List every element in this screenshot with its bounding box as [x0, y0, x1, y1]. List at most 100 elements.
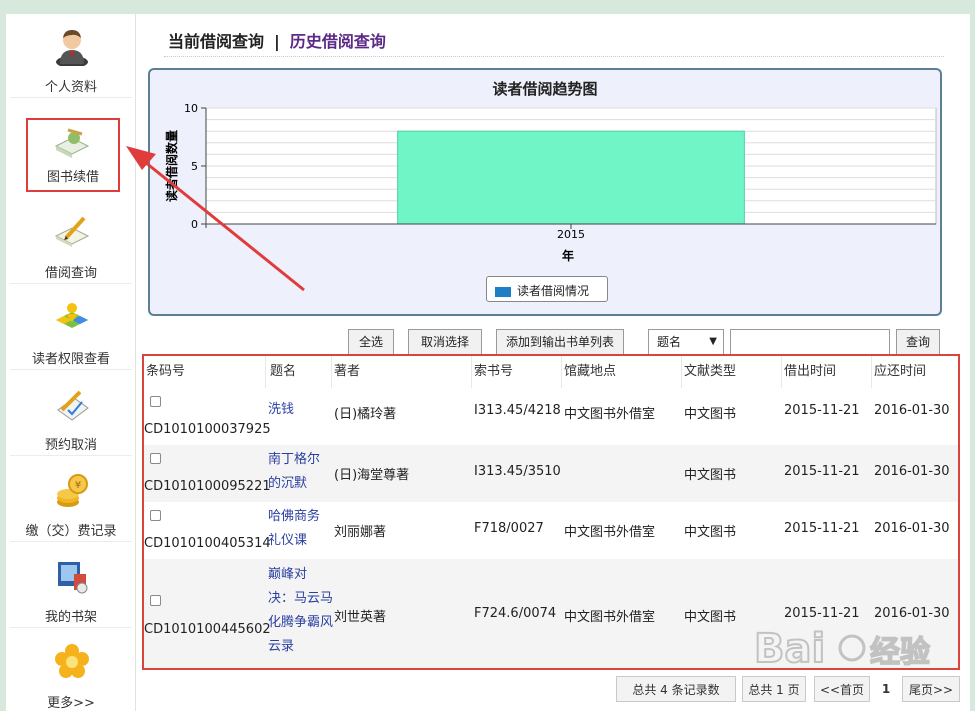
- title-line: 礼仪课: [268, 533, 308, 548]
- cell-barcode: CD1010100037925: [144, 422, 271, 437]
- select-all-button[interactable]: 全选: [348, 329, 394, 355]
- user-avatar-icon: [56, 30, 88, 66]
- chart-panel: 0 5 10 2015 读者借阅数量 年 读者借阅趋势图 读者借阅情况: [148, 68, 942, 316]
- chart-x-axis-label: 年: [562, 248, 574, 263]
- app-window: 个人资料 图书续借 借阅查询 读者权限查看 预约取消 ¥ 缴（交）费记录 我的书…: [6, 14, 970, 711]
- col-header-callno[interactable]: 索书号: [472, 356, 562, 388]
- cell-barcode: CD1010100445602: [144, 622, 271, 637]
- sidebar-item-label: 我的书架: [44, 610, 97, 625]
- cell-barcode: CD1010100095221: [144, 479, 271, 494]
- cell-title-link[interactable]: 南丁格尔 的沉默: [268, 448, 320, 496]
- cell-type: 中文图书: [684, 525, 737, 540]
- chart-bar: [397, 130, 745, 225]
- cell-location: 中文图书外借室: [564, 407, 656, 422]
- book-renew-icon: [54, 128, 90, 158]
- row-checkbox[interactable]: [150, 396, 161, 407]
- cell-out-date: 2015-11-21: [784, 464, 860, 479]
- title-line: 洗钱: [268, 402, 295, 417]
- cell-author: (日)橘玲著: [334, 407, 397, 422]
- pager-first-button[interactable]: <<首页: [814, 676, 870, 702]
- tab-divider: [164, 56, 944, 57]
- reader-permission-icon: [56, 303, 88, 328]
- tab-history-borrow[interactable]: 历史借阅查询: [290, 32, 386, 51]
- query-tabs: 当前借阅查询 | 历史借阅查询: [168, 28, 386, 52]
- cell-title-link[interactable]: 洗钱: [268, 398, 294, 422]
- search-field-value: 题名: [657, 335, 682, 349]
- tab-separator: |: [274, 32, 280, 51]
- title-line: 的沉默: [268, 476, 308, 491]
- chart-x-tick-label: 2015: [557, 228, 585, 241]
- table-row: CD1010100037925 洗钱 (日)橘玲著 I313.45/4218 中…: [144, 388, 958, 445]
- cell-barcode: CD1010100405314: [144, 536, 271, 551]
- col-header-type[interactable]: 文献类型: [682, 356, 782, 388]
- title-line: 化腾争霸风: [268, 615, 334, 630]
- title-line: 巅峰对: [268, 567, 308, 582]
- sidebar-item-label: 图书续借: [46, 170, 99, 185]
- search-input[interactable]: [730, 329, 890, 355]
- flower-icon: [55, 644, 89, 678]
- cell-title-link[interactable]: 哈佛商务 礼仪课: [268, 505, 320, 553]
- pager-last-button[interactable]: 尾页>>: [902, 676, 960, 702]
- cell-author: (日)海堂尊著: [334, 468, 410, 483]
- sidebar-item-label: 更多>>: [47, 696, 95, 711]
- sidebar-item-label: 预约取消: [44, 438, 97, 453]
- cell-out-date: 2015-11-21: [784, 403, 860, 418]
- cell-author: 刘丽娜著: [334, 525, 387, 540]
- sidebar-item-label: 个人资料: [44, 80, 97, 95]
- unselect-button[interactable]: 取消选择: [408, 329, 482, 355]
- col-header-title[interactable]: 题名: [268, 356, 332, 388]
- legend-label: 读者借阅情况: [517, 284, 590, 298]
- col-header-author[interactable]: 著者: [332, 356, 472, 388]
- borrow-query-icon: [54, 216, 90, 247]
- dropdown-arrow-icon: ▼: [709, 336, 717, 347]
- query-button[interactable]: 查询: [896, 329, 940, 355]
- chart-y-tick-label: 5: [191, 160, 198, 173]
- cell-author: 刘世英著: [334, 610, 387, 625]
- pager-total-pages: 总共 1 页: [742, 676, 806, 702]
- sidebar-item-fees[interactable]: ¥ 缴（交）费记录: [10, 458, 132, 542]
- cell-due-date: 2016-01-30: [874, 403, 950, 418]
- sidebar-item-more[interactable]: 更多>>: [10, 630, 132, 711]
- chart-title: 读者借阅趋势图: [492, 80, 598, 98]
- sidebar-item-renew[interactable]: 图书续借: [26, 118, 120, 192]
- pager-current-page: 1: [881, 682, 891, 696]
- cell-type: 中文图书: [684, 407, 737, 422]
- col-header-due-date[interactable]: 应还时间: [872, 356, 958, 388]
- chart-y-tick-label: 0: [191, 218, 198, 231]
- legend-swatch: [495, 286, 511, 297]
- sidebar-item-borrow-query[interactable]: 借阅查询: [10, 200, 132, 284]
- chart-y-axis-label: 读者借阅数量: [164, 130, 179, 202]
- bookshelf-icon: [58, 562, 88, 594]
- sidebar-item-label: 读者权限查看: [31, 352, 110, 367]
- tab-current-borrow[interactable]: 当前借阅查询: [168, 32, 264, 51]
- cell-out-date: 2015-11-21: [784, 521, 860, 536]
- col-header-out-date[interactable]: 借出时间: [782, 356, 872, 388]
- search-field-select[interactable]: 题名 ▼: [648, 329, 724, 355]
- sidebar-item-profile[interactable]: 个人资料: [10, 14, 132, 98]
- cell-callno: F724.6/0074: [474, 606, 557, 621]
- chart-y-tick-label: 10: [184, 102, 198, 115]
- sidebar-item-bookshelf[interactable]: 我的书架: [10, 544, 132, 628]
- row-checkbox[interactable]: [150, 453, 161, 464]
- svg-text:¥: ¥: [75, 480, 81, 491]
- sidebar: 个人资料 图书续借 借阅查询 读者权限查看 预约取消 ¥ 缴（交）费记录 我的书…: [6, 14, 136, 711]
- title-line: 决：马云马: [268, 591, 334, 606]
- title-line: 哈佛商务: [268, 509, 321, 524]
- row-checkbox[interactable]: [150, 510, 161, 521]
- sidebar-item-reservation-cancel[interactable]: 预约取消: [10, 372, 132, 456]
- reservation-cancel-icon: [57, 390, 89, 421]
- add-to-list-button[interactable]: 添加到输出书单列表: [496, 329, 624, 355]
- col-header-barcode[interactable]: 条码号: [144, 356, 266, 388]
- row-checkbox[interactable]: [150, 595, 161, 606]
- sidebar-item-permission[interactable]: 读者权限查看: [10, 286, 132, 370]
- coins-icon: ¥: [57, 474, 88, 507]
- cell-title-link[interactable]: 巅峰对决：马云马化腾争霸风云录: [268, 563, 333, 659]
- cell-location: 中文图书外借室: [564, 525, 656, 540]
- cell-callno: I313.45/4218: [474, 403, 561, 418]
- col-header-location[interactable]: 馆藏地点: [562, 356, 682, 388]
- table-row: CD1010100405314 哈佛商务 礼仪课 刘丽娜著 F718/0027 中…: [144, 502, 958, 559]
- table-row: CD1010100095221 南丁格尔 的沉默 (日)海堂尊著 I313.45/…: [144, 445, 958, 502]
- chart-legend: 读者借阅情况: [486, 276, 608, 302]
- svg-text:经验: 经验: [870, 635, 930, 670]
- title-line: 云录: [268, 639, 295, 654]
